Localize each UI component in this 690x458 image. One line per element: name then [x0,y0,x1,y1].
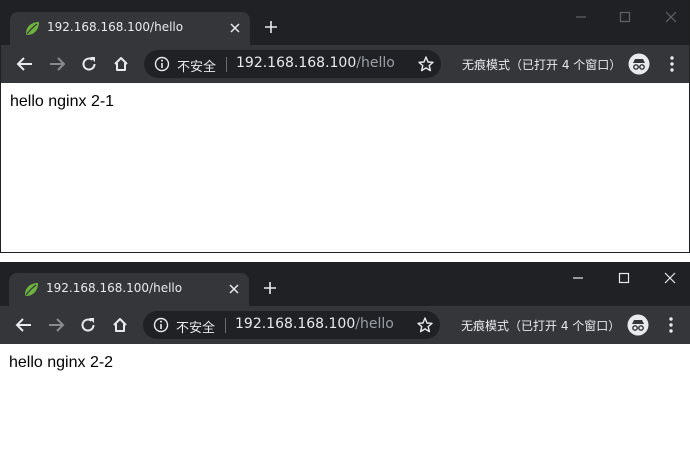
new-tab-icon[interactable] [264,20,278,34]
home-icon[interactable] [111,316,129,334]
close-window-icon[interactable] [665,11,677,23]
reload-icon[interactable] [80,55,98,73]
window-gap [0,253,690,262]
menu-dots-icon[interactable] [666,55,678,73]
url-path: /hello [355,316,394,332]
page-content: hello nginx 2-2 [0,344,690,458]
menu-dots-icon[interactable] [665,316,677,334]
url-host: 192.168.168.100 [235,316,356,332]
bookmark-star-icon[interactable] [417,55,435,73]
home-icon[interactable] [112,55,130,73]
spring-leaf-icon [25,283,38,296]
url-text[interactable]: 192.168.168.100/hello [235,316,394,332]
incognito-label[interactable]: 无痕模式（已打开 4 个窗口） [462,56,621,73]
info-icon[interactable] [153,317,169,333]
security-label[interactable]: 不安全 [177,56,216,75]
bookmark-star-icon[interactable] [416,316,434,334]
incognito-label[interactable]: 无痕模式（已打开 4 个窗口） [461,317,620,334]
page-body-text: hello nginx 2-2 [9,354,114,371]
omnibox-divider [225,318,226,333]
new-tab-icon[interactable] [263,281,277,295]
url-text[interactable]: 192.168.168.100/hello [236,55,395,71]
minimize-icon[interactable] [575,11,587,23]
toolbar: 不安全 192.168.168.100/hello 无痕模式（已打开 4 个窗口… [0,306,690,344]
tab-title: 192.168.168.100/hello [46,281,183,295]
tab-title: 192.168.168.100/hello [47,20,184,34]
browser-window-1: 192.168.168.100/hello 不安全 192.168.168.10… [0,0,690,253]
tab-active[interactable]: 192.168.168.100/hello [9,273,249,306]
forward-arrow-icon[interactable] [47,316,65,334]
reload-icon[interactable] [79,316,97,334]
info-icon[interactable] [154,56,170,72]
forward-arrow-icon[interactable] [48,55,66,73]
page-content: hello nginx 2-1 [1,83,689,252]
toolbar: 不安全 192.168.168.100/hello 无痕模式（已打开 4 个窗口… [1,45,689,83]
security-label[interactable]: 不安全 [176,317,215,336]
back-arrow-icon[interactable] [15,316,33,334]
page-body-text: hello nginx 2-1 [10,93,115,110]
spring-leaf-icon [26,22,39,35]
url-host: 192.168.168.100 [236,55,357,71]
back-arrow-icon[interactable] [16,55,34,73]
minimize-icon[interactable] [572,272,584,284]
close-tab-icon[interactable] [228,283,240,295]
address-bar[interactable]: 不安全 192.168.168.100/hello [143,311,440,339]
close-window-icon[interactable] [664,272,676,284]
tab-bar: 192.168.168.100/hello [1,1,689,45]
maximize-icon[interactable] [619,11,631,23]
incognito-icon[interactable] [627,314,649,336]
close-tab-icon[interactable] [229,22,241,34]
maximize-icon[interactable] [618,272,630,284]
tab-active[interactable]: 192.168.168.100/hello [10,12,250,45]
tab-bar: 192.168.168.100/hello [0,262,690,306]
address-bar[interactable]: 不安全 192.168.168.100/hello [144,50,441,78]
browser-window-2: 192.168.168.100/hello 不安全 192.168.168.10… [0,262,690,458]
url-path: /hello [356,55,395,71]
incognito-icon[interactable] [628,53,650,75]
omnibox-divider [226,57,227,72]
